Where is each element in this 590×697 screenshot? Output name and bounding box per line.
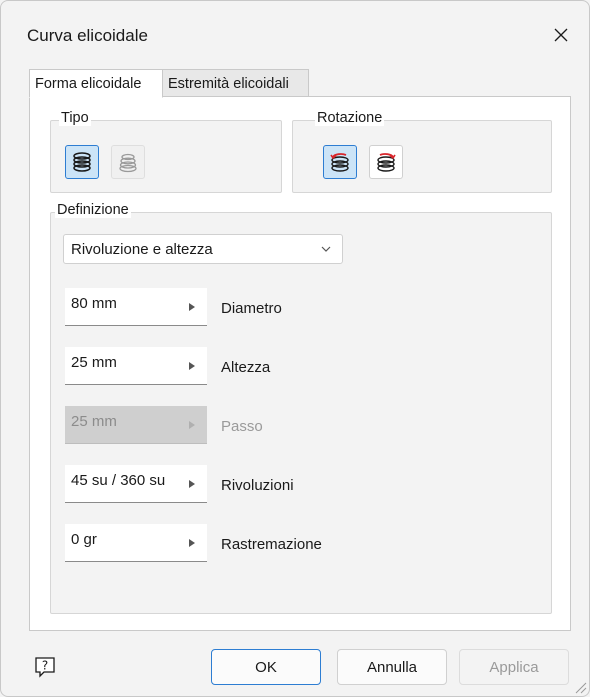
chevron-down-icon: [321, 246, 331, 252]
apply-button[interactable]: Applica: [459, 649, 569, 685]
tab-forma-elicoidale[interactable]: Forma elicoidale: [29, 69, 163, 98]
diametro-label: Diametro: [221, 300, 282, 317]
diametro-arrow-button[interactable]: [177, 288, 207, 325]
help-button[interactable]: ?: [31, 653, 59, 681]
tipo-spiral-button[interactable]: [111, 145, 145, 179]
resize-grip-icon[interactable]: [573, 680, 587, 694]
altezza-arrow-button[interactable]: [177, 347, 207, 384]
play-arrow-icon: [189, 302, 195, 311]
rivoluzioni-arrow-button[interactable]: [177, 465, 207, 502]
group-tipo: Tipo: [50, 110, 282, 193]
play-arrow-icon: [189, 361, 195, 370]
close-button[interactable]: [541, 17, 581, 53]
close-icon: [554, 28, 568, 42]
group-definizione-label: Definizione: [55, 202, 131, 218]
rastremazione-value: 0 gr: [71, 531, 97, 548]
diametro-input[interactable]: 80 mm: [65, 288, 207, 326]
rotation-clockwise-icon: [330, 153, 349, 172]
play-arrow-icon: [189, 538, 195, 547]
helix-curve-dialog: Curva elicoidale Forma elicoidale Estrem…: [0, 0, 590, 697]
passo-label: Passo: [221, 418, 263, 435]
cancel-button[interactable]: Annulla: [337, 649, 447, 685]
rivoluzioni-input[interactable]: 45 su / 360 su: [65, 465, 207, 503]
help-icon: ?: [35, 657, 55, 678]
altezza-input[interactable]: 25 mm: [65, 347, 207, 385]
dialog-title: Curva elicoidale: [27, 26, 148, 45]
tab-estremita-elicoidali[interactable]: Estremità elicoidali: [163, 69, 309, 97]
altezza-label: Altezza: [221, 359, 271, 376]
rivoluzioni-label: Rivoluzioni: [221, 477, 294, 494]
helix-coil-icon: [73, 152, 91, 172]
group-rotazione: Rotazione: [292, 110, 552, 193]
rotation-counterclockwise-button[interactable]: [369, 145, 403, 179]
ok-button[interactable]: OK: [211, 649, 321, 685]
rastremazione-label: Rastremazione: [221, 536, 322, 553]
play-arrow-icon: [189, 420, 195, 429]
rastremazione-arrow-button[interactable]: [177, 524, 207, 561]
diametro-value: 80 mm: [71, 295, 117, 312]
rotation-clockwise-button[interactable]: [323, 145, 357, 179]
rotation-counterclockwise-icon: [377, 153, 396, 172]
definition-method-value: Rivoluzione e altezza: [71, 241, 213, 258]
rivoluzioni-value: 45 su / 360 su: [71, 472, 166, 489]
tipo-helix-button[interactable]: [65, 145, 99, 179]
group-definizione: Definizione Rivoluzione e altezza 80 mm …: [50, 202, 552, 614]
spiral-coil-icon: [119, 153, 137, 173]
definition-method-select[interactable]: Rivoluzione e altezza: [63, 234, 343, 264]
altezza-value: 25 mm: [71, 354, 117, 371]
tab-panel: Tipo Rotazione Definizione Rivoluzione e…: [29, 96, 571, 631]
rastremazione-input[interactable]: 0 gr: [65, 524, 207, 562]
group-tipo-label: Tipo: [59, 110, 91, 126]
passo-arrow-button[interactable]: [177, 406, 207, 443]
play-arrow-icon: [189, 479, 195, 488]
passo-value: 25 mm: [71, 413, 117, 430]
title-bar: Curva elicoidale: [1, 1, 589, 65]
passo-input[interactable]: 25 mm: [65, 406, 207, 444]
group-rotazione-label: Rotazione: [315, 110, 385, 126]
svg-text:?: ?: [42, 659, 48, 673]
